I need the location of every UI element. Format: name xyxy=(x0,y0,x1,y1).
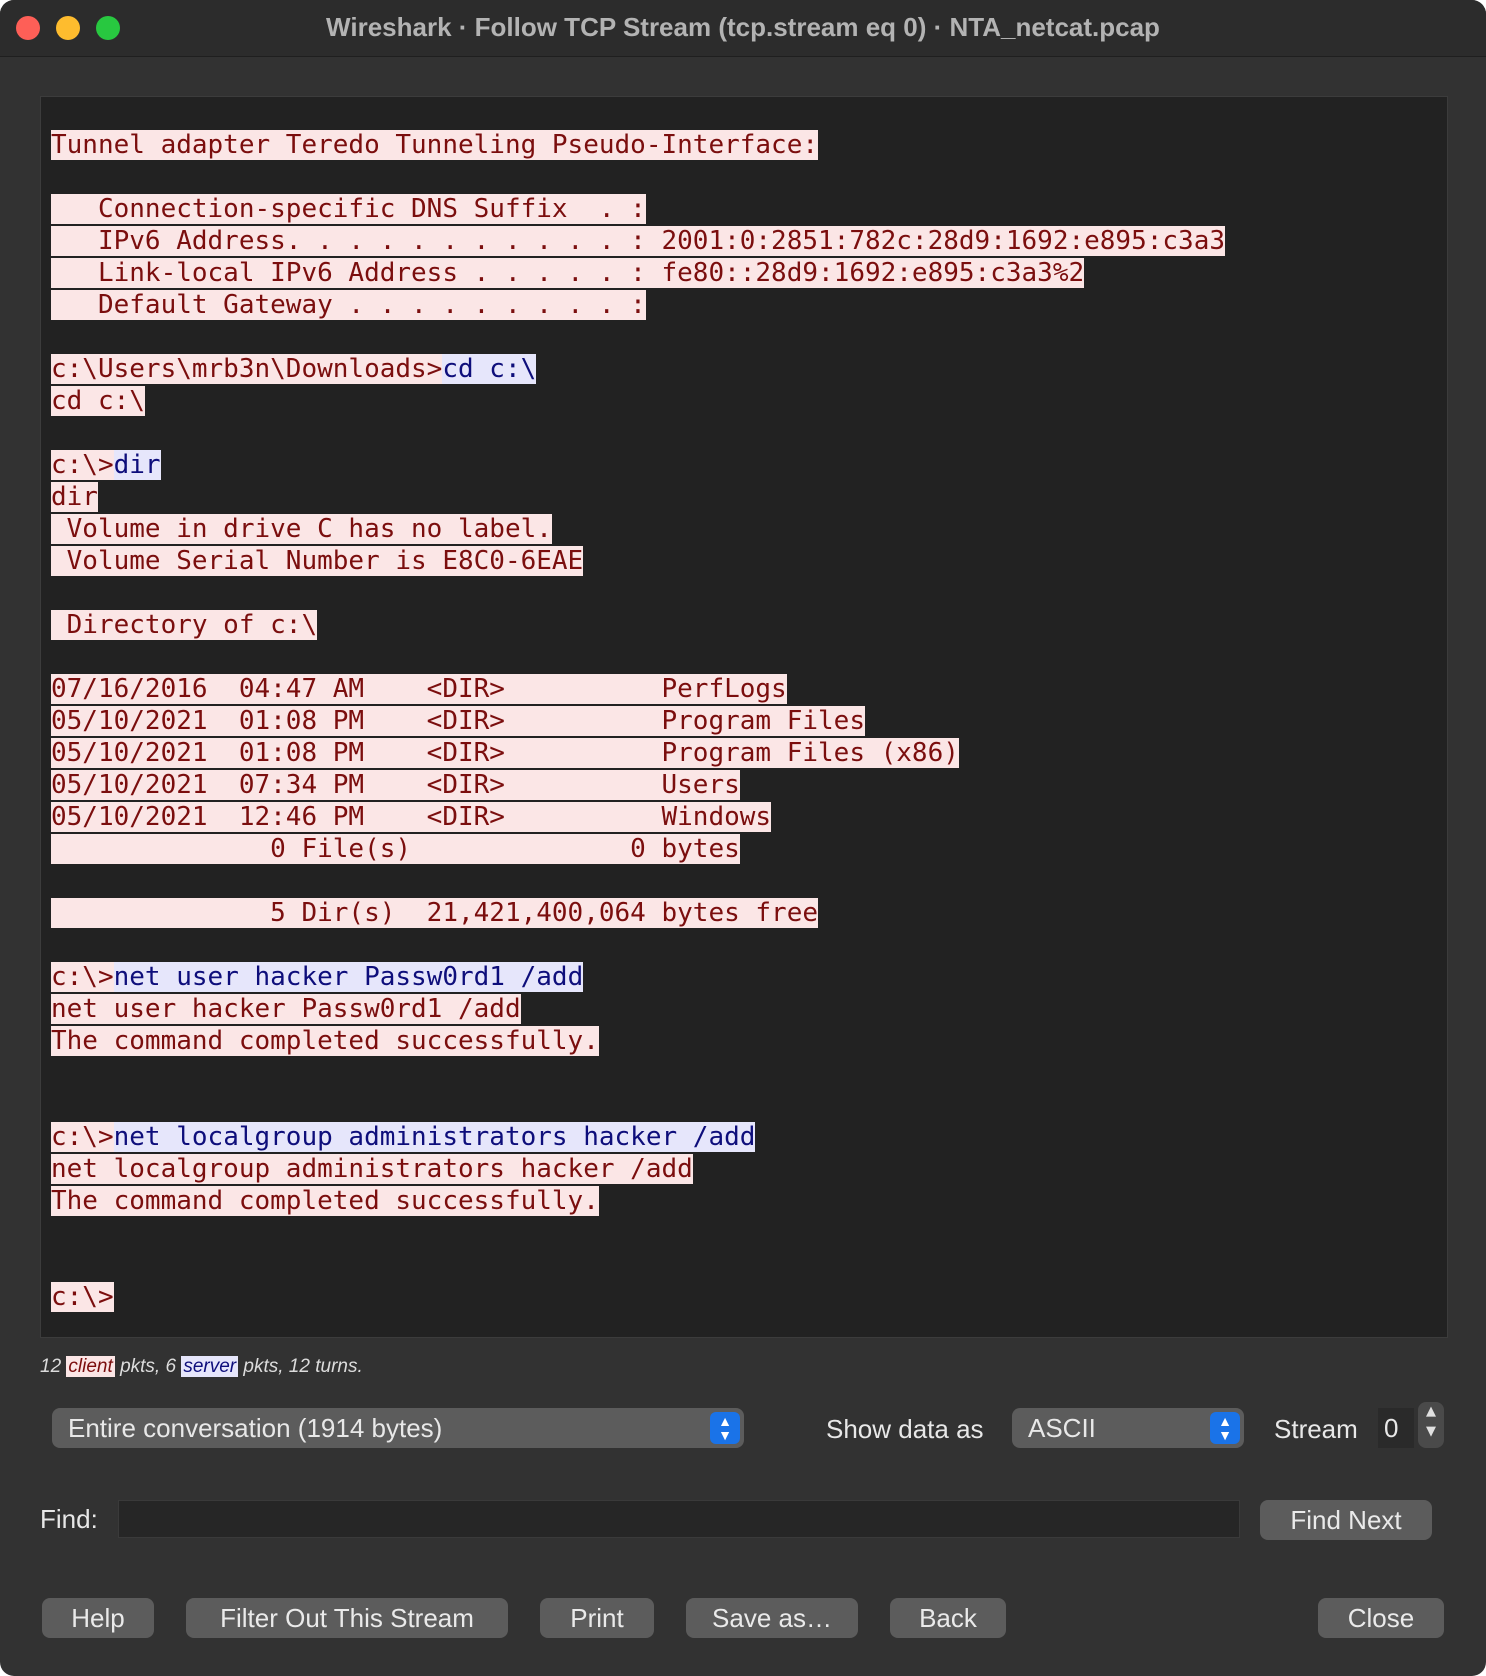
help-button[interactable]: Help xyxy=(42,1598,154,1638)
stream-summary: 12 client pkts, 6 server pkts, 12 turns. xyxy=(40,1356,363,1378)
server-data-segment: net user hacker Passw0rd1 /add xyxy=(113,962,584,992)
client-data-segment: net user hacker Passw0rd1 /add xyxy=(51,994,521,1024)
summary-middle-text: pkts, 6 xyxy=(120,1356,177,1377)
stream-text[interactable]: Tunnel adapter Teredo Tunneling Pseudo-I… xyxy=(51,129,1225,1313)
show-data-as-label: Show data as xyxy=(826,1414,984,1444)
client-data-segment: The command completed successfully. xyxy=(51,1186,599,1216)
server-legend: server xyxy=(181,1356,239,1377)
client-data-segment: 0 File(s) 0 bytes xyxy=(51,834,740,864)
title-bar[interactable]: Wireshark · Follow TCP Stream (tcp.strea… xyxy=(0,0,1486,57)
client-data-segment: 07/16/2016 04:47 AM <DIR> PerfLogs xyxy=(51,674,787,704)
client-data-segment: Volume in drive C has no label. xyxy=(51,514,552,544)
client-data-segment: Tunnel adapter Teredo Tunneling Pseudo-I… xyxy=(51,130,819,160)
client-data-segment: 05/10/2021 12:46 PM <DIR> Windows xyxy=(51,802,772,832)
client-data-segment: c:\> xyxy=(51,962,114,992)
find-next-button[interactable]: Find Next xyxy=(1260,1500,1432,1540)
stream-content-pane[interactable]: Tunnel adapter Teredo Tunneling Pseudo-I… xyxy=(40,96,1448,1338)
client-data-segment: Directory of c:\ xyxy=(51,610,318,640)
conversation-select-value: Entire conversation (1914 bytes) xyxy=(68,1413,443,1443)
updown-chevron-icon: ▲ ▼ xyxy=(710,1412,740,1444)
client-packet-count: 12 xyxy=(40,1356,62,1377)
client-data-segment: c:\> xyxy=(51,1122,114,1152)
client-data-segment: c:\Users\mrb3n\Downloads> xyxy=(51,354,443,384)
stream-label: Stream xyxy=(1274,1414,1358,1444)
close-button[interactable]: Close xyxy=(1318,1598,1444,1638)
client-data-segment: The command completed successfully. xyxy=(51,1026,599,1056)
summary-tail-text: pkts, 12 turns. xyxy=(243,1356,363,1377)
find-input[interactable] xyxy=(118,1500,1240,1538)
data-format-select-value: ASCII xyxy=(1028,1413,1096,1443)
client-data-segment: 05/10/2021 01:08 PM <DIR> Program Files xyxy=(51,706,865,736)
client-legend: client xyxy=(66,1356,115,1377)
find-label: Find: xyxy=(40,1504,98,1534)
client-data-segment: dir xyxy=(51,482,98,512)
conversation-select[interactable]: Entire conversation (1914 bytes) ▲ ▼ xyxy=(52,1408,744,1448)
follow-tcp-stream-window: Wireshark · Follow TCP Stream (tcp.strea… xyxy=(0,0,1486,1676)
print-button[interactable]: Print xyxy=(540,1598,654,1638)
client-data-segment: c:\> xyxy=(51,450,114,480)
save-as-button[interactable]: Save as… xyxy=(686,1598,858,1638)
server-data-segment: cd c:\ xyxy=(442,354,537,384)
client-data-segment: 05/10/2021 01:08 PM <DIR> Program Files … xyxy=(51,738,959,768)
client-data-segment: 05/10/2021 07:34 PM <DIR> Users xyxy=(51,770,740,800)
window-title: Wireshark · Follow TCP Stream (tcp.strea… xyxy=(326,12,1160,42)
client-data-segment: c:\> xyxy=(51,1282,114,1312)
server-data-segment: dir xyxy=(113,450,161,480)
filter-out-stream-button[interactable]: Filter Out This Stream xyxy=(186,1598,508,1638)
updown-chevron-icon: ▲ ▼ xyxy=(1210,1412,1240,1444)
client-data-segment: Connection-specific DNS Suffix . : xyxy=(51,194,646,224)
client-data-segment: IPv6 Address. . . . . . . . . . . : 2001… xyxy=(51,226,1225,256)
client-data-segment: net localgroup administrators hacker /ad… xyxy=(51,1154,693,1184)
client-data-segment: 5 Dir(s) 21,421,400,064 bytes free xyxy=(51,898,819,928)
stream-stepper-icon[interactable]: ▲ ▼ xyxy=(1418,1402,1444,1448)
server-data-segment: net localgroup administrators hacker /ad… xyxy=(113,1122,756,1152)
stream-number-field[interactable]: 0 xyxy=(1378,1408,1414,1448)
client-data-segment: Default Gateway . . . . . . . . . : xyxy=(51,290,646,320)
client-data-segment: cd c:\ xyxy=(51,386,145,416)
back-button[interactable]: Back xyxy=(890,1598,1006,1638)
client-data-segment: Link-local IPv6 Address . . . . . : fe80… xyxy=(51,258,1085,288)
client-data-segment: Volume Serial Number is E8C0-6EAE xyxy=(51,546,584,576)
data-format-select[interactable]: ASCII ▲ ▼ xyxy=(1012,1408,1244,1448)
